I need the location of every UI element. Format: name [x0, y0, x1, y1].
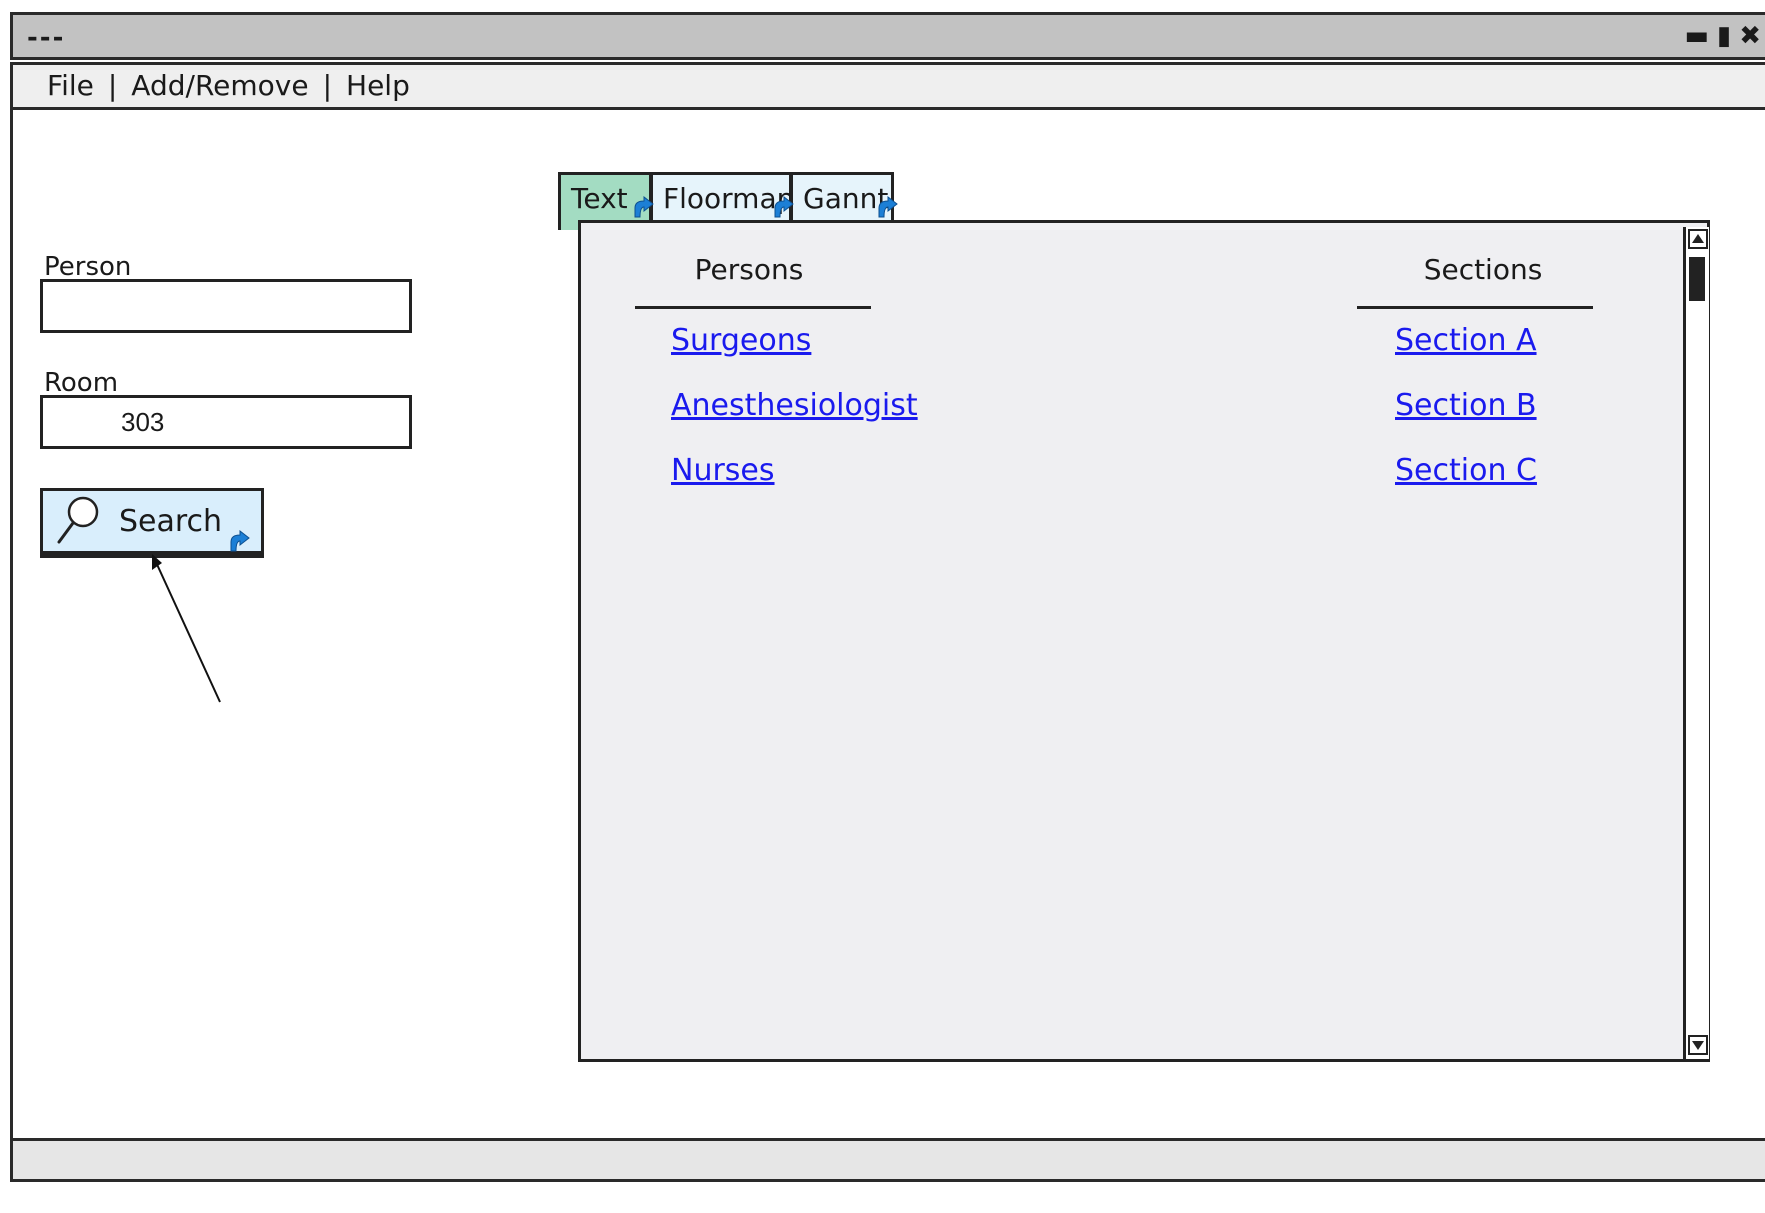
link-section-b[interactable]: Section B	[1395, 388, 1537, 423]
link-section-c[interactable]: Section C	[1395, 453, 1537, 488]
status-bar	[10, 1138, 1765, 1182]
maximize-icon[interactable]: ▮	[1717, 21, 1731, 51]
scroll-up-icon[interactable]	[1688, 229, 1708, 249]
vertical-scrollbar[interactable]	[1683, 227, 1709, 1059]
app-window: --- ▬ ▮ ✖ File | Add/Remove | Help Perso…	[10, 12, 1765, 1210]
window-controls: ▬ ▮ ✖	[1684, 21, 1761, 51]
persons-header: Persons	[694, 253, 804, 286]
persons-header-rule	[635, 306, 871, 309]
sections-header: Sections	[1423, 253, 1543, 286]
link-nurses[interactable]: Nurses	[671, 453, 775, 488]
sections-header-rule	[1357, 306, 1593, 309]
link-indicator-icon	[774, 196, 794, 218]
scroll-down-icon[interactable]	[1688, 1035, 1708, 1055]
link-surgeons[interactable]: Surgeons	[671, 323, 811, 358]
tab-content-panel: Persons Surgeons Anesthesiologist Nurses…	[578, 220, 1710, 1062]
triangle-down-icon	[1692, 1041, 1704, 1050]
minimize-icon[interactable]: ▬	[1684, 21, 1709, 51]
menu-item-help[interactable]: Help	[346, 69, 410, 102]
link-indicator-icon	[878, 196, 898, 218]
link-anesthesiologist[interactable]: Anesthesiologist	[671, 388, 918, 423]
link-section-a[interactable]: Section A	[1395, 323, 1537, 358]
link-indicator-icon	[634, 196, 654, 218]
menu-separator: |	[322, 69, 333, 102]
tab-text-label: Text	[571, 182, 628, 215]
close-icon[interactable]: ✖	[1739, 21, 1761, 51]
scrollbar-thumb[interactable]	[1689, 257, 1705, 301]
triangle-up-icon	[1692, 234, 1704, 243]
annotation-arrow	[152, 554, 221, 703]
